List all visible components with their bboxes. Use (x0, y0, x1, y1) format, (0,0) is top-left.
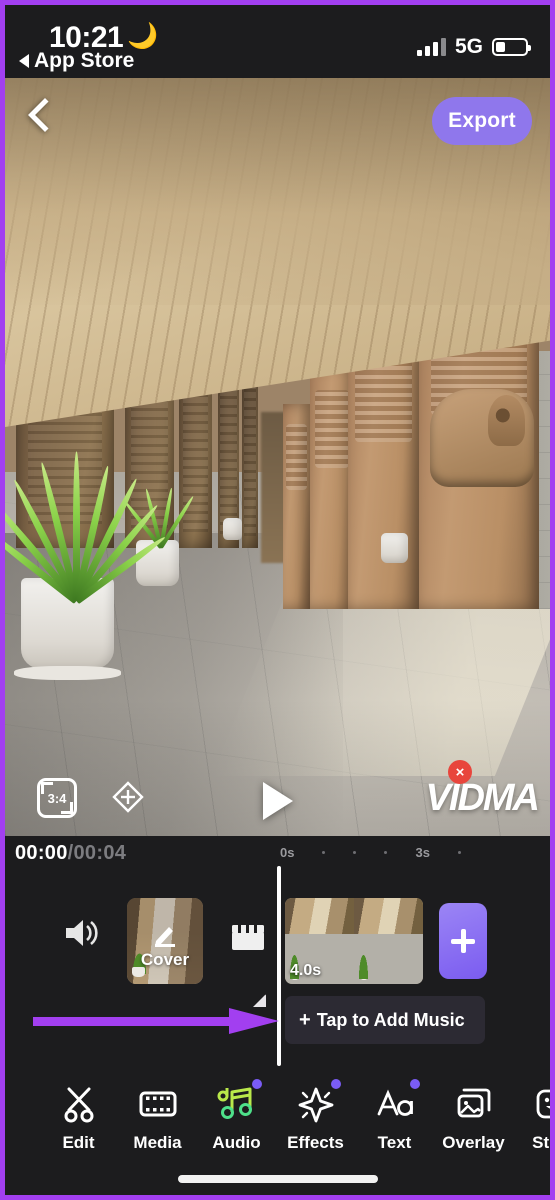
tool-label: Media (133, 1133, 182, 1152)
text-aa-icon (375, 1084, 415, 1124)
export-label: Export (448, 109, 516, 132)
network-label: 5G (454, 35, 483, 58)
total-time: /00:04 (67, 842, 127, 864)
ruler-dot (322, 850, 326, 854)
timeline-panel: 00:00/00:04 0s 3s Cover 4.0s + Tap to Ad… (5, 836, 550, 1076)
timecode-display: 00:00/00:04 (15, 842, 126, 865)
overlay-image-icon (454, 1084, 494, 1124)
tool-label: Edit (62, 1133, 95, 1152)
tool-label: Effects (287, 1133, 344, 1152)
battery-low-icon (492, 38, 531, 56)
pencil-edit-icon (151, 920, 179, 948)
add-music-button[interactable]: + Tap to Add Music (285, 996, 485, 1044)
tool-label: Overlay (442, 1133, 505, 1152)
cellular-signal-icon (416, 38, 446, 56)
purple-arrow-annotation (33, 1008, 283, 1034)
volume-speaker-icon[interactable] (63, 916, 103, 950)
ruler-dot (353, 850, 357, 854)
audio-track: + Tap to Add Music (5, 994, 550, 1050)
video-clip[interactable]: 4.0s (285, 898, 423, 984)
track-notch (253, 994, 266, 1007)
cover-thumbnail-button[interactable]: Cover (127, 898, 203, 984)
ruler-tick-0: 0s (280, 844, 295, 860)
bottom-toolbar: Edit Media Audio Effects Text Overlay St… (5, 1076, 550, 1171)
plus-icon (451, 929, 475, 953)
tool-label: Text (377, 1133, 412, 1152)
video-preview[interactable]: Export 3:4 VIDMA × (5, 78, 550, 836)
music-notes-icon (217, 1084, 257, 1124)
tool-audio[interactable]: Audio (197, 1076, 276, 1153)
add-clip-button[interactable] (439, 903, 487, 979)
clip-duration-label: 4.0s (290, 962, 322, 979)
status-indicators: 5G (416, 35, 531, 59)
status-bar: 10:21 🌙 App Store 5G (5, 5, 550, 78)
ruler-tick-3: 3s (415, 844, 430, 860)
music-plus-icon: + (299, 1008, 311, 1031)
add-music-label: Tap to Add Music (316, 1009, 465, 1030)
back-app-label: App Store (34, 49, 135, 72)
play-button[interactable] (262, 782, 293, 820)
ruler-dot (457, 850, 461, 854)
aspect-ratio-label: 3:4 (47, 790, 67, 806)
timeline-ruler[interactable]: 0s 3s (280, 842, 550, 862)
preview-scene-image (5, 78, 550, 836)
tool-label: Audio (212, 1133, 261, 1152)
scissors-icon (59, 1084, 99, 1124)
watermark-close-label: × (455, 763, 465, 781)
tool-text[interactable]: Text (355, 1076, 434, 1153)
back-to-app-store-link[interactable]: App Store (19, 49, 134, 73)
sparkle-icon (296, 1084, 336, 1124)
close-x-icon[interactable]: × (448, 760, 472, 784)
crescent-moon-icon: 🌙 (127, 22, 159, 50)
tool-overlay[interactable]: Overlay (434, 1076, 513, 1153)
clapperboard-icon[interactable] (230, 922, 266, 952)
tool-sticker[interactable]: Stick (513, 1076, 554, 1153)
move-diamond-icon[interactable] (111, 780, 145, 814)
video-track: Cover 4.0s (5, 894, 550, 986)
export-button[interactable]: Export (432, 97, 532, 145)
tool-edit[interactable]: Edit (39, 1076, 118, 1153)
cover-label: Cover (140, 950, 190, 970)
phone-screen: 10:21 🌙 App Store 5G Export 3:4 VIDMA × … (0, 0, 555, 1200)
back-triangle-icon (19, 54, 29, 68)
ruler-dot (384, 850, 388, 854)
home-indicator (177, 1175, 378, 1183)
tool-label: Stick (532, 1133, 554, 1152)
film-strip-icon (138, 1084, 178, 1124)
current-time: 00:00 (15, 842, 68, 864)
tool-media[interactable]: Media (118, 1076, 197, 1153)
tool-effects[interactable]: Effects (276, 1076, 355, 1153)
aspect-ratio-button[interactable]: 3:4 (37, 778, 77, 818)
vidma-watermark: VIDMA (425, 777, 540, 819)
sticker-smiley-icon (533, 1084, 550, 1124)
